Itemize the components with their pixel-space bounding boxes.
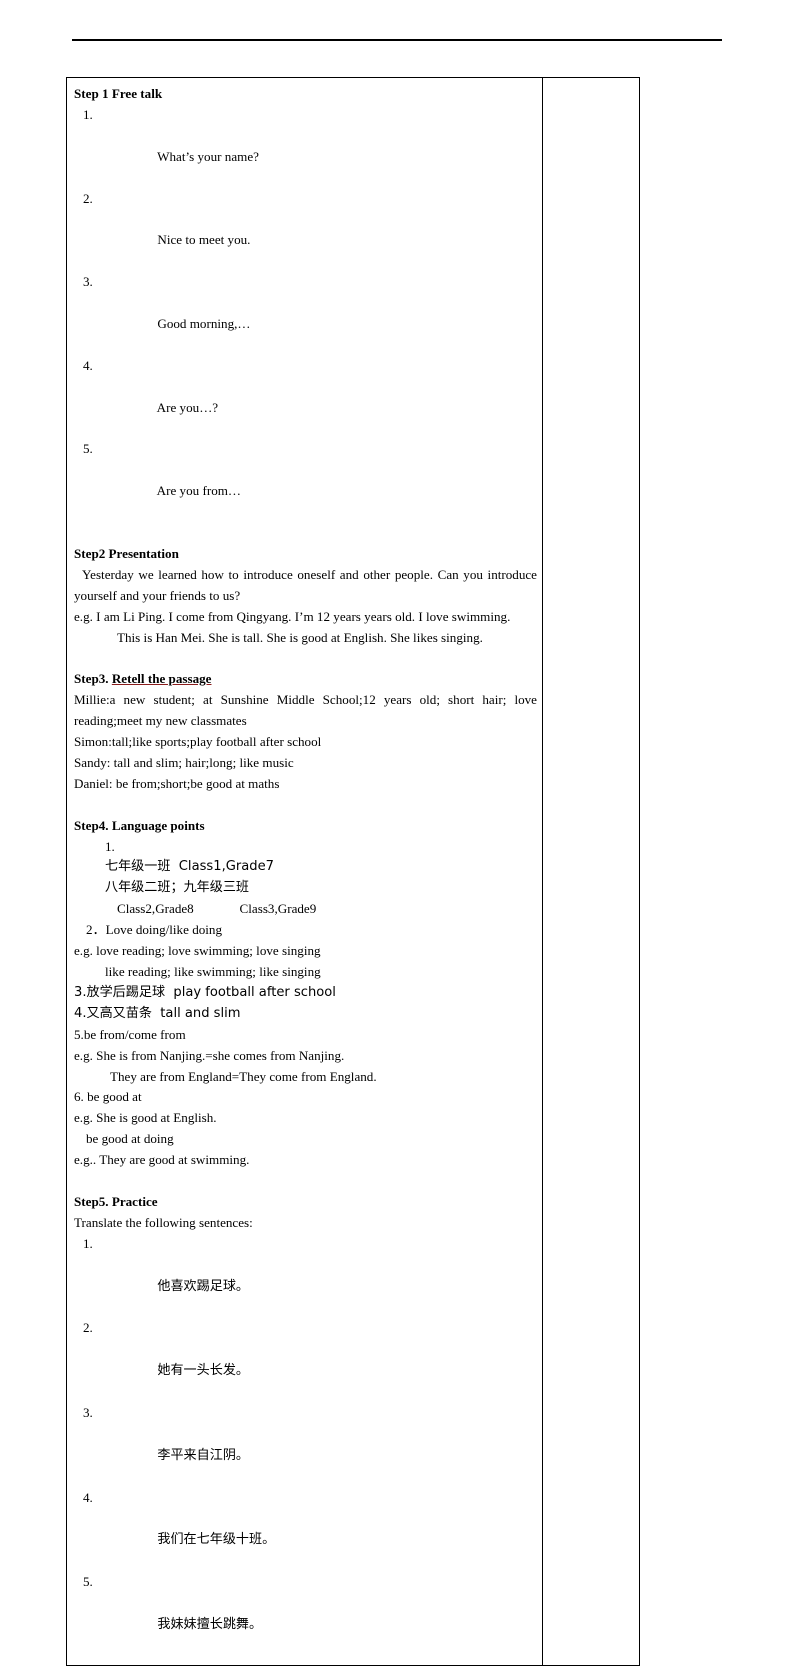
list-item-number: 5. [83, 441, 93, 457]
list-item: 1. What’s your name? [74, 105, 537, 189]
list-item-number: 2. [83, 1320, 93, 1336]
list-item-number: 1. [105, 838, 115, 854]
step5-instruction: Translate the following sentences: [74, 1214, 253, 1230]
step2-example-one: e.g. I am Li Ping. I come from Qingyang.… [74, 608, 511, 624]
list-item-text: Are you…? [156, 399, 219, 415]
step4-item2: 2．Love doing/like doing [86, 922, 223, 938]
lesson-plan-table: Step 1 Free talk 1. What’s your name? 2.… [66, 77, 640, 1666]
step5-list: 1. 他喜欢踢足球。 2. 她有一头长发。 3. 李平来自江阴。 4. 我们在七… [74, 1234, 537, 1657]
list-item-text: 我妹妹擅长跳舞。 [157, 1617, 263, 1633]
step3-heading: Step3. Retell the passage [74, 669, 537, 690]
list-item-text: 他喜欢踢足球。 [157, 1278, 250, 1294]
list-item-number: 3. [83, 274, 93, 290]
list-item-text: 她有一头长发。 [157, 1363, 250, 1379]
step4-item6-subphrase: be good at doing [86, 1131, 174, 1147]
step4-item2-example-two: like reading; like swimming; like singin… [105, 964, 321, 980]
step4-item3: 3.放学后踢足球 play football after school [74, 984, 336, 1000]
step2-intro-paragraph: Yesterday we learned how to introduce on… [74, 566, 537, 603]
step4-item1-line1: 七年级一班 Class1,Grade7 [105, 859, 274, 875]
step4-item6: 6. be good at [74, 1089, 142, 1105]
list-item: 2. 她有一头长发。 [74, 1318, 537, 1403]
main-content-cell: Step 1 Free talk 1. What’s your name? 2.… [66, 77, 543, 1666]
step3-heading-prefix: Step3. [74, 671, 112, 687]
list-item-text: Nice to meet you. [157, 232, 251, 248]
list-item: 3. 李平来自江阴。 [74, 1403, 537, 1488]
list-item-text: 我们在七年级十班。 [157, 1532, 276, 1548]
list-item: 2. Nice to meet you. [74, 189, 537, 273]
list-item: 4. Are you…? [74, 356, 537, 440]
step4-item1-line2: 八年级二班；九年级三班 [105, 880, 250, 896]
step1-list: 1. What’s your name? 2. Nice to meet you… [74, 105, 537, 523]
step4-item4: 4.又高又苗条 tall and slim [74, 1005, 241, 1021]
step3-heading-underlined: Retell the passage [111, 671, 212, 687]
list-item: 1. 七年级一班 Class1,Grade7 八年级二班；九年级三班 Class… [74, 837, 537, 921]
step4-item5-example-two: They are from England=They come from Eng… [110, 1068, 377, 1084]
list-item-text: What’s your name? [157, 148, 259, 164]
table-row: Step 1 Free talk 1. What’s your name? 2.… [66, 77, 640, 1666]
step2-heading: Step2 Presentation [74, 545, 179, 561]
page-header-rule [72, 39, 722, 41]
notes-column-cell [542, 77, 640, 1666]
step4-item2-example-one: e.g. love reading; love swimming; love s… [74, 943, 321, 959]
step3-line-millie: Millie:a new student; at Sunshine Middle… [74, 692, 537, 729]
step4-item5: 5.be from/come from [74, 1026, 186, 1042]
list-item: 3. Good morning,… [74, 272, 537, 356]
step3-line-daniel: Daniel: be from;short;be good at maths [74, 775, 280, 791]
step1-heading: Step 1 Free talk [74, 86, 163, 101]
step2-example-two: This is Han Mei. She is tall. She is goo… [117, 629, 483, 645]
list-item-text: Good morning,… [157, 315, 251, 331]
step4-item5-example-one: e.g. She is from Nanjing.=she comes from… [74, 1047, 345, 1063]
list-item: 5. Are you from… [74, 439, 537, 523]
step3-line-simon: Simon:tall;like sports;play football aft… [74, 734, 322, 750]
step4-item1: 1. 七年级一班 Class1,Grade7 八年级二班；九年级三班 Class… [74, 837, 537, 921]
list-item-number: 4. [83, 1489, 93, 1505]
list-item: 5. 我妹妹擅长跳舞。 [74, 1572, 537, 1657]
list-item-number: 1. [83, 106, 93, 122]
step4-item6-example-one: e.g. She is good at English. [74, 1110, 217, 1126]
step4-heading: Step4. Language points [74, 817, 205, 833]
step4-item6-example-two: e.g.. They are good at swimming. [74, 1152, 250, 1168]
step4-item1-line3: Class2,Grade8 Class3,Grade9 [117, 901, 317, 917]
list-item: 1. 他喜欢踢足球。 [74, 1234, 537, 1319]
list-item-text: 李平来自江阴。 [157, 1447, 250, 1463]
list-item-number: 2. [83, 190, 93, 206]
step5-heading: Step5. Practice [74, 1193, 158, 1209]
document-page: Step 1 Free talk 1. What’s your name? 2.… [0, 0, 794, 1666]
list-item-number: 1. [83, 1235, 93, 1251]
list-item-text: Are you from… [156, 483, 242, 499]
step3-line-sandy: Sandy: tall and slim; hair;long; like mu… [74, 754, 294, 770]
notes-column-content [543, 78, 639, 1032]
list-item: 4. 我们在七年级十班。 [74, 1488, 537, 1573]
list-item-number: 3. [83, 1405, 93, 1421]
list-item-number: 5. [83, 1574, 93, 1590]
list-item-number: 4. [83, 357, 93, 373]
